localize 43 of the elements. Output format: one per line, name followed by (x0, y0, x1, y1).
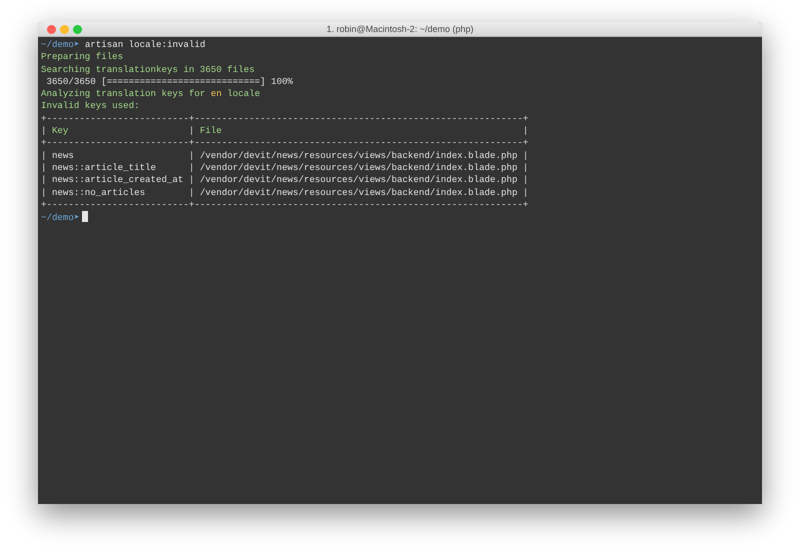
output-text: /vendor/devit/news/resources/views/backend/index.blade.php (200, 150, 518, 161)
table-border: | (522, 186, 528, 198)
output-text: Key (52, 125, 70, 136)
window-title: 1. robin@Macintosh-2: ~/demo (php) (326, 24, 474, 34)
zoom-button[interactable] (73, 25, 82, 34)
table-border: +--------------------------+------------------------------------------------------------+ (41, 112, 528, 124)
output-text: /vendor/devit/news/resources/views/backend/index.blade.php (200, 186, 518, 198)
output-text: locale (226, 88, 260, 100)
table-border: | (188, 174, 196, 186)
table-border: | (188, 125, 196, 136)
table-border: | (41, 125, 48, 136)
table-border: | (41, 150, 48, 161)
close-button[interactable] (47, 25, 56, 34)
output-text: news::article_created_at (52, 174, 184, 186)
table-border: | (522, 150, 528, 161)
table-border: +--------------------------+------------------------------------------------------------+ (41, 137, 528, 148)
output-text: news::article_title (52, 162, 157, 173)
cursor-icon (82, 211, 88, 222)
output-text: Preparing files (41, 51, 124, 62)
prompt-text: ~/demo➤ (41, 39, 80, 50)
locale-text: en (210, 88, 222, 100)
output-text: news (52, 150, 75, 161)
table-border: | (522, 125, 528, 136)
table-border: | (188, 186, 196, 198)
table-border: | (41, 162, 48, 173)
minimize-button[interactable] (60, 25, 69, 34)
table-border: +--------------------------+------------------------------------------------------------+ (41, 198, 528, 210)
table-border: | (522, 162, 528, 173)
table-border: | (41, 174, 48, 186)
table-border: | (188, 162, 196, 173)
output-text: /vendor/devit/news/resources/views/backend/index.blade.php (200, 162, 518, 173)
table-border: | (522, 174, 528, 186)
output-text: 3650/3650 [============================] 100% (45, 76, 293, 87)
output-text: /vendor/devit/news/resources/views/backend/index.blade.php (200, 174, 518, 186)
output-text: File (200, 125, 223, 136)
output-text: Analyzing translation keys for (41, 88, 206, 100)
prompt-text: ~/demo➤ (41, 212, 80, 224)
table-border: | (41, 186, 48, 198)
output-text: Searching translationkeys in 3650 files (41, 64, 255, 75)
command-text: artisan locale:invalid (84, 39, 206, 50)
output-text: Invalid keys used: (41, 100, 140, 112)
table-border: | (188, 150, 196, 161)
output-text: news::no_articles (52, 186, 146, 198)
